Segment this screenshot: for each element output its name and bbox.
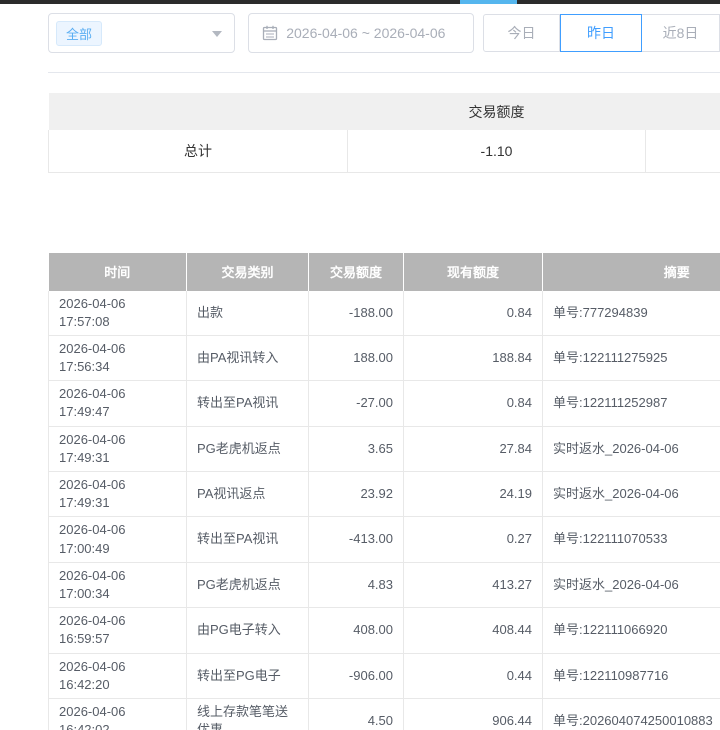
cell-type: 由PA视讯转入 — [187, 335, 309, 380]
last-8-days-button[interactable]: 近8日 — [642, 14, 720, 52]
date-range-value: 2026-04-06 ~ 2026-04-06 — [286, 25, 445, 41]
cell-amount: 3.65 — [309, 426, 404, 471]
table-row: 2026-04-06 17:57:08 出款 -188.00 0.84 单号:7… — [49, 291, 720, 336]
loading-progress-segment — [460, 0, 517, 4]
col-header-balance: 现有额度 — [404, 253, 543, 291]
transactions-header-row: 时间 交易类别 交易额度 现有额度 摘要 — [49, 253, 720, 291]
table-row: 2026-04-06 16:42:20 转出至PG电子 -906.00 0.44… — [49, 653, 720, 698]
summary-total-label: 总计 — [49, 130, 348, 172]
cell-summary: 实时返水_2026-04-06 — [543, 426, 720, 471]
cell-summary: 单号:122111252987 — [543, 381, 720, 426]
summary-total-value: -1.10 — [348, 130, 646, 172]
cell-type: PG老虎机返点 — [187, 562, 309, 607]
cell-time: 2026-04-06 17:49:47 — [49, 381, 187, 426]
cell-type: 转出至PA视讯 — [187, 381, 309, 426]
col-header-summary: 摘要 — [543, 253, 720, 291]
yesterday-button[interactable]: 昨日 — [560, 14, 642, 52]
table-row: 2026-04-06 17:49:31 PA视讯返点 23.92 24.19 实… — [49, 472, 720, 517]
cell-balance: 188.84 — [404, 335, 543, 380]
cell-balance: 0.27 — [404, 517, 543, 562]
selected-category-tag: 全部 — [56, 21, 102, 46]
quick-range-button-group: 今日 昨日 近8日 — [483, 14, 720, 52]
summary-table: 交易额度 总计 -1.10 — [48, 93, 720, 173]
cell-amount: 188.00 — [309, 335, 404, 380]
cell-amount: 4.83 — [309, 562, 404, 607]
table-row: 2026-04-06 17:56:34 由PA视讯转入 188.00 188.8… — [49, 335, 720, 380]
cell-amount: -27.00 — [309, 381, 404, 426]
cell-summary: 实时返水_2026-04-06 — [543, 472, 720, 517]
table-row: 2026-04-06 17:49:31 PG老虎机返点 3.65 27.84 实… — [49, 426, 720, 471]
filter-bar: 全部 2026-04-06 ~ 2026-04-06 今日 昨日 近8日 — [48, 13, 720, 53]
top-loading-bar — [0, 0, 720, 4]
cell-type: PG老虎机返点 — [187, 426, 309, 471]
transactions-table: 时间 交易类别 交易额度 现有额度 摘要 2026-04-06 17:57:08… — [48, 253, 720, 730]
cell-type: 出款 — [187, 291, 309, 336]
summary-header-empty — [49, 93, 348, 130]
cell-amount: -906.00 — [309, 653, 404, 698]
category-select[interactable]: 全部 — [48, 13, 235, 53]
cell-balance: 27.84 — [404, 426, 543, 471]
cell-amount: 23.92 — [309, 472, 404, 517]
today-button[interactable]: 今日 — [483, 14, 560, 52]
col-header-amount: 交易额度 — [309, 253, 404, 291]
table-row: 2026-04-06 17:00:49 转出至PA视讯 -413.00 0.27… — [49, 517, 720, 562]
cell-amount: 4.50 — [309, 698, 404, 730]
summary-header-cut — [646, 93, 720, 130]
cell-balance: 408.44 — [404, 608, 543, 653]
cell-balance: 906.44 — [404, 698, 543, 730]
chevron-down-icon — [212, 31, 222, 37]
cell-time: 2026-04-06 17:00:49 — [49, 517, 187, 562]
cell-time: 2026-04-06 17:57:08 — [49, 291, 187, 336]
section-divider — [48, 72, 720, 73]
cell-summary: 单号:122110987716 — [543, 653, 720, 698]
cell-summary: 实时返水_2026-04-06 — [543, 562, 720, 607]
cell-type: PA视讯返点 — [187, 472, 309, 517]
cell-balance: 0.44 — [404, 653, 543, 698]
cell-type: 线上存款笔笔送优惠 — [187, 698, 309, 730]
table-row: 2026-04-06 16:42:02 线上存款笔笔送优惠 4.50 906.4… — [49, 698, 720, 730]
cell-amount: -188.00 — [309, 291, 404, 336]
table-row: 2026-04-06 17:49:47 转出至PA视讯 -27.00 0.84 … — [49, 381, 720, 426]
cell-amount: 408.00 — [309, 608, 404, 653]
cell-type: 由PG电子转入 — [187, 608, 309, 653]
cell-balance: 413.27 — [404, 562, 543, 607]
cell-summary: 单号:202604074250010883 — [543, 698, 720, 730]
summary-header-row: 交易额度 — [49, 93, 720, 130]
cell-time: 2026-04-06 17:56:34 — [49, 335, 187, 380]
cell-time: 2026-04-06 16:42:20 — [49, 653, 187, 698]
cell-summary: 单号:122111066920 — [543, 608, 720, 653]
cell-time: 2026-04-06 17:49:31 — [49, 426, 187, 471]
cell-balance: 0.84 — [404, 291, 543, 336]
cell-balance: 24.19 — [404, 472, 543, 517]
table-row: 2026-04-06 17:00:34 PG老虎机返点 4.83 413.27 … — [49, 562, 720, 607]
cell-amount: -413.00 — [309, 517, 404, 562]
cell-type: 转出至PA视讯 — [187, 517, 309, 562]
cell-summary: 单号:777294839 — [543, 291, 720, 336]
cell-summary: 单号:122111070533 — [543, 517, 720, 562]
table-row: 2026-04-06 16:59:57 由PG电子转入 408.00 408.4… — [49, 608, 720, 653]
cell-balance: 0.84 — [404, 381, 543, 426]
date-range-input[interactable]: 2026-04-06 ~ 2026-04-06 — [248, 13, 474, 53]
cell-type: 转出至PG电子 — [187, 653, 309, 698]
summary-total-cut — [646, 130, 720, 172]
cell-time: 2026-04-06 17:49:31 — [49, 472, 187, 517]
col-header-type: 交易类别 — [187, 253, 309, 291]
col-header-time: 时间 — [49, 253, 187, 291]
cell-summary: 单号:122111275925 — [543, 335, 720, 380]
cell-time: 2026-04-06 16:59:57 — [49, 608, 187, 653]
calendar-icon — [262, 25, 278, 41]
summary-total-row: 总计 -1.10 — [49, 130, 720, 172]
cell-time: 2026-04-06 17:00:34 — [49, 562, 187, 607]
summary-header-amount: 交易额度 — [348, 93, 646, 130]
cell-time: 2026-04-06 16:42:02 — [49, 698, 187, 730]
